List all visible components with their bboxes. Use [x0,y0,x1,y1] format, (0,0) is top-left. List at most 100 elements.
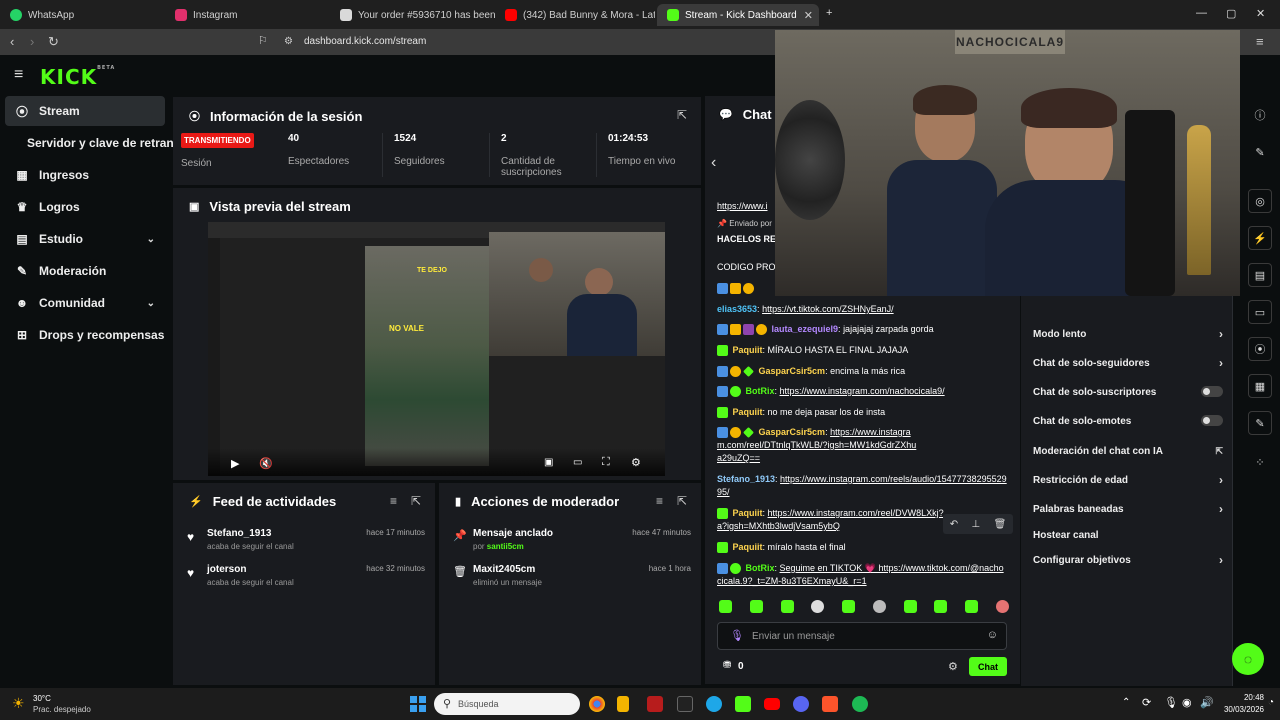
emote-icon[interactable] [934,600,948,613]
clipboard-icon[interactable]: ▤ [1248,263,1272,287]
emote-icon[interactable] [719,600,732,613]
sidebar-item-logros[interactable]: ♛ Logros [5,192,165,222]
close-window-icon[interactable]: ✕ [1256,7,1265,20]
file-explorer-icon[interactable] [617,696,629,712]
expand-icon[interactable]: ⇱ [677,108,687,122]
stream-preview-video[interactable]: TE DEJO NO VALE ▶ 🔇 ▣ ▭ ⛶ ⚙ [208,222,665,476]
emotes-only-toggle[interactable] [1201,415,1223,426]
brave-icon[interactable] [822,696,838,712]
url-field[interactable]: dashboard.kick.com/stream [304,36,426,47]
site-info-icon[interactable]: ⚙ [284,36,293,47]
pin-icon[interactable]: ⊥ [971,519,980,530]
sidebar-item-ingresos[interactable]: ▦ Ingresos [5,160,165,190]
tab-kick-dashboard[interactable]: Stream - Kick Dashboard ✕ [657,4,819,26]
emote-icon[interactable] [965,600,979,613]
setting-ai-moderation[interactable]: Moderación del chat con IA ⇱ [1033,446,1223,457]
fullscreen-icon[interactable]: ⛶ [602,456,610,469]
close-tab-icon[interactable]: ✕ [804,9,813,22]
setting-slow-mode[interactable]: Modo lento › [1033,327,1223,341]
back-icon[interactable]: ‹ [10,34,14,49]
lightning-icon[interactable]: ⚡ [1248,226,1272,250]
setting-host-channel[interactable]: Hostear canal [1033,530,1223,541]
tray-app-icon[interactable]: ⟳ [1142,696,1151,709]
mute-icon[interactable]: 🔇 [259,457,273,470]
edge-icon[interactable] [706,696,722,712]
tab-instagram[interactable]: Instagram [165,4,330,26]
chevron-left-icon[interactable]: ‹ [711,154,716,172]
terminal-icon[interactable] [677,696,693,712]
play-icon[interactable]: ▶ [231,457,239,470]
filter-icon[interactable]: ≡ [656,494,663,508]
broadcast-icon[interactable]: ⦿ [1248,337,1272,361]
taskbar-search-box[interactable]: ⚲ Búsqueda [434,693,580,715]
tab-youtube[interactable]: (342) Bad Bunny & Mora - Late Nigh [495,4,655,26]
emote-icon[interactable] [749,600,763,613]
kick-logo[interactable]: KICKBETA [40,65,115,89]
reply-icon[interactable]: ↶ [950,519,958,530]
emote-icon[interactable] [903,600,917,613]
discord-icon[interactable] [793,696,809,712]
minimize-icon[interactable]: — [1196,7,1207,19]
moderator-icon[interactable]: ▦ [1248,374,1272,398]
info-icon[interactable]: ⓘ [1248,103,1272,127]
trash-icon[interactable]: 🗑 [994,519,1007,530]
pencil-icon[interactable]: ✎ [1248,140,1272,164]
windows-start-icon[interactable] [410,696,426,712]
setting-subscribers-only[interactable]: Chat de solo-suscriptores [1033,386,1223,398]
chat-input-box[interactable]: 🎙 Enviar un mensaje ☺ [717,622,1007,650]
spotify-icon[interactable] [852,696,868,712]
expand-icon[interactable]: ⇱ [677,494,687,508]
emote-icon[interactable] [811,600,825,613]
microphone-icon[interactable]: 🎙 [1164,696,1178,709]
setting-emotes-only[interactable]: Chat de solo-emotes [1033,415,1223,427]
subscribers-only-toggle[interactable] [1201,386,1223,397]
wrench-icon[interactable]: ✎ [1248,411,1272,435]
setting-followers-only[interactable]: Chat de solo-seguidores › [1033,356,1223,370]
apps-icon[interactable]: ⁘ [1248,450,1272,474]
send-chat-button[interactable]: Chat [969,657,1007,676]
chrome-icon[interactable] [589,696,605,712]
setting-banned-words[interactable]: Palabras baneadas › [1033,502,1223,516]
weather-temp[interactable]: 30°C [33,694,51,703]
pip-icon[interactable]: ▣ [544,457,553,468]
sidebar-item-comunidad[interactable]: ☻ Comunidad ⌄ [5,288,165,318]
browser-menu-icon[interactable]: ≡ [1256,34,1264,49]
sidebar-item-drops[interactable]: ⊞ Drops y recompensas [5,320,165,350]
setting-configure-goals[interactable]: Configurar objetivos › [1033,553,1223,567]
reload-icon[interactable]: ↻ [48,34,59,50]
setting-age-restriction[interactable]: Restricción de edad › [1033,473,1223,487]
bookmark-icon[interactable]: ⚐ [258,34,268,47]
expand-icon[interactable]: ⇱ [411,494,421,508]
tray-chevron-icon[interactable]: ⌃ [1122,697,1130,708]
clock-date[interactable]: 30/03/2026 [1222,705,1264,714]
notification-icon[interactable]: ◔ [1268,697,1274,708]
emote-icon[interactable] [995,600,1009,613]
app-icon[interactable] [647,696,663,712]
emote-icon[interactable] [842,600,856,613]
target-icon[interactable]: ◎ [1248,189,1272,213]
theater-icon[interactable]: ▭ [573,457,582,468]
sidebar-item-server-key[interactable]: Servidor y clave de retransmisión [5,128,173,158]
volume-icon[interactable]: 🔊 [1200,696,1214,709]
sidebar-item-stream[interactable]: ⦿ Stream [5,96,165,126]
hamburger-menu-icon[interactable]: ≡ [14,66,23,84]
maximize-icon[interactable]: ▢ [1226,7,1236,20]
wifi-icon[interactable]: ◉ [1182,696,1192,709]
tab-whatsapp[interactable]: WhatsApp [0,4,165,26]
filter-icon[interactable]: ≡ [390,494,397,508]
forward-icon[interactable]: › [30,34,34,49]
support-icon[interactable]: ◌ [1232,643,1264,675]
sidebar-item-estudio[interactable]: ▤ Estudio ⌄ [5,224,165,254]
gear-icon[interactable]: ⚙ [631,456,641,469]
points-icon[interactable]: ⛃ [723,660,731,671]
new-tab-button[interactable]: + [826,7,832,19]
emoji-icon[interactable]: ☺ [987,629,998,641]
emote-icon[interactable] [872,600,886,613]
youtube-app-icon[interactable] [764,698,780,710]
tab-order[interactable]: Your order #5936710 has been forme [330,4,495,26]
chat-settings-gear-icon[interactable]: ⚙ [948,660,958,673]
clock-time[interactable]: 20:48 [1222,693,1264,702]
emote-icon[interactable] [780,600,794,613]
microphone-icon[interactable]: 🎙 [730,629,744,642]
kick-app-icon[interactable] [735,696,751,712]
